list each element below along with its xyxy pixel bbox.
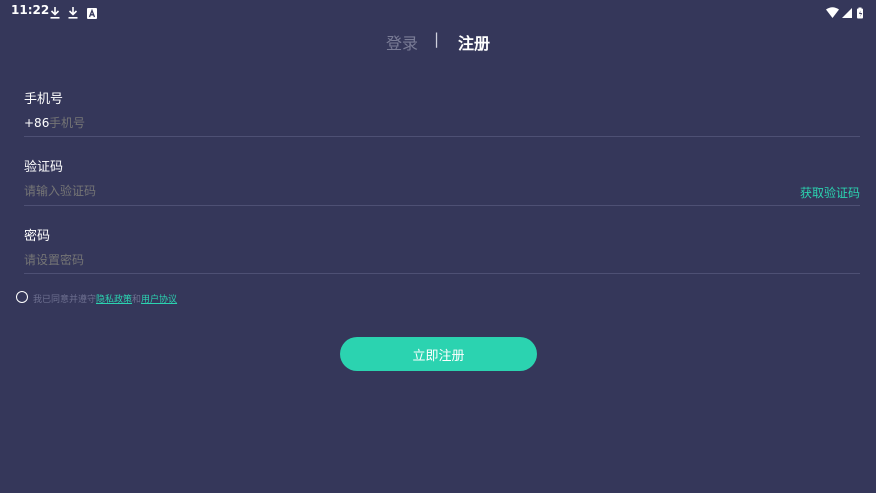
register-button[interactable]: 立即注册 xyxy=(340,337,537,371)
user-agreement-link[interactable]: 用户协议 xyxy=(141,295,177,305)
wifi-icon xyxy=(826,7,839,18)
password-input[interactable] xyxy=(24,252,724,268)
get-code-button[interactable]: 获取验证码 xyxy=(800,184,860,201)
agreement-text: 我已同意并遵守隐私政策和用户协议 xyxy=(33,292,177,305)
agreement-and: 和 xyxy=(132,295,142,305)
tab-login[interactable]: 登录 xyxy=(386,30,418,54)
agreement-prefix: 我已同意并遵守 xyxy=(33,295,97,305)
phone-input[interactable] xyxy=(49,115,749,131)
country-code[interactable]: +86 xyxy=(24,116,49,130)
code-input[interactable] xyxy=(24,183,674,199)
phone-divider xyxy=(24,136,860,137)
code-label: 验证码 xyxy=(24,160,64,175)
agree-radio[interactable] xyxy=(16,291,28,303)
auth-tabs: 登录 | 注册 xyxy=(0,30,876,54)
status-bar: 11:22 xyxy=(0,0,876,22)
notification-a-icon xyxy=(87,4,97,23)
status-time: 11:22 xyxy=(11,3,50,17)
password-label: 密码 xyxy=(24,229,51,244)
privacy-policy-link[interactable]: 隐私政策 xyxy=(96,295,132,305)
phone-label: 手机号 xyxy=(24,92,64,107)
phone-field: 手机号 +86 xyxy=(24,86,860,138)
download-icon xyxy=(50,4,60,23)
tab-register[interactable]: 注册 xyxy=(458,30,490,54)
signal-icon xyxy=(842,8,852,18)
code-field: 验证码 获取验证码 xyxy=(24,154,860,206)
download-icon xyxy=(68,4,78,23)
tab-separator: | xyxy=(434,30,440,48)
status-right-icons xyxy=(826,4,866,23)
password-field: 密码 xyxy=(24,223,860,275)
code-divider xyxy=(24,205,860,206)
password-divider xyxy=(24,273,860,274)
